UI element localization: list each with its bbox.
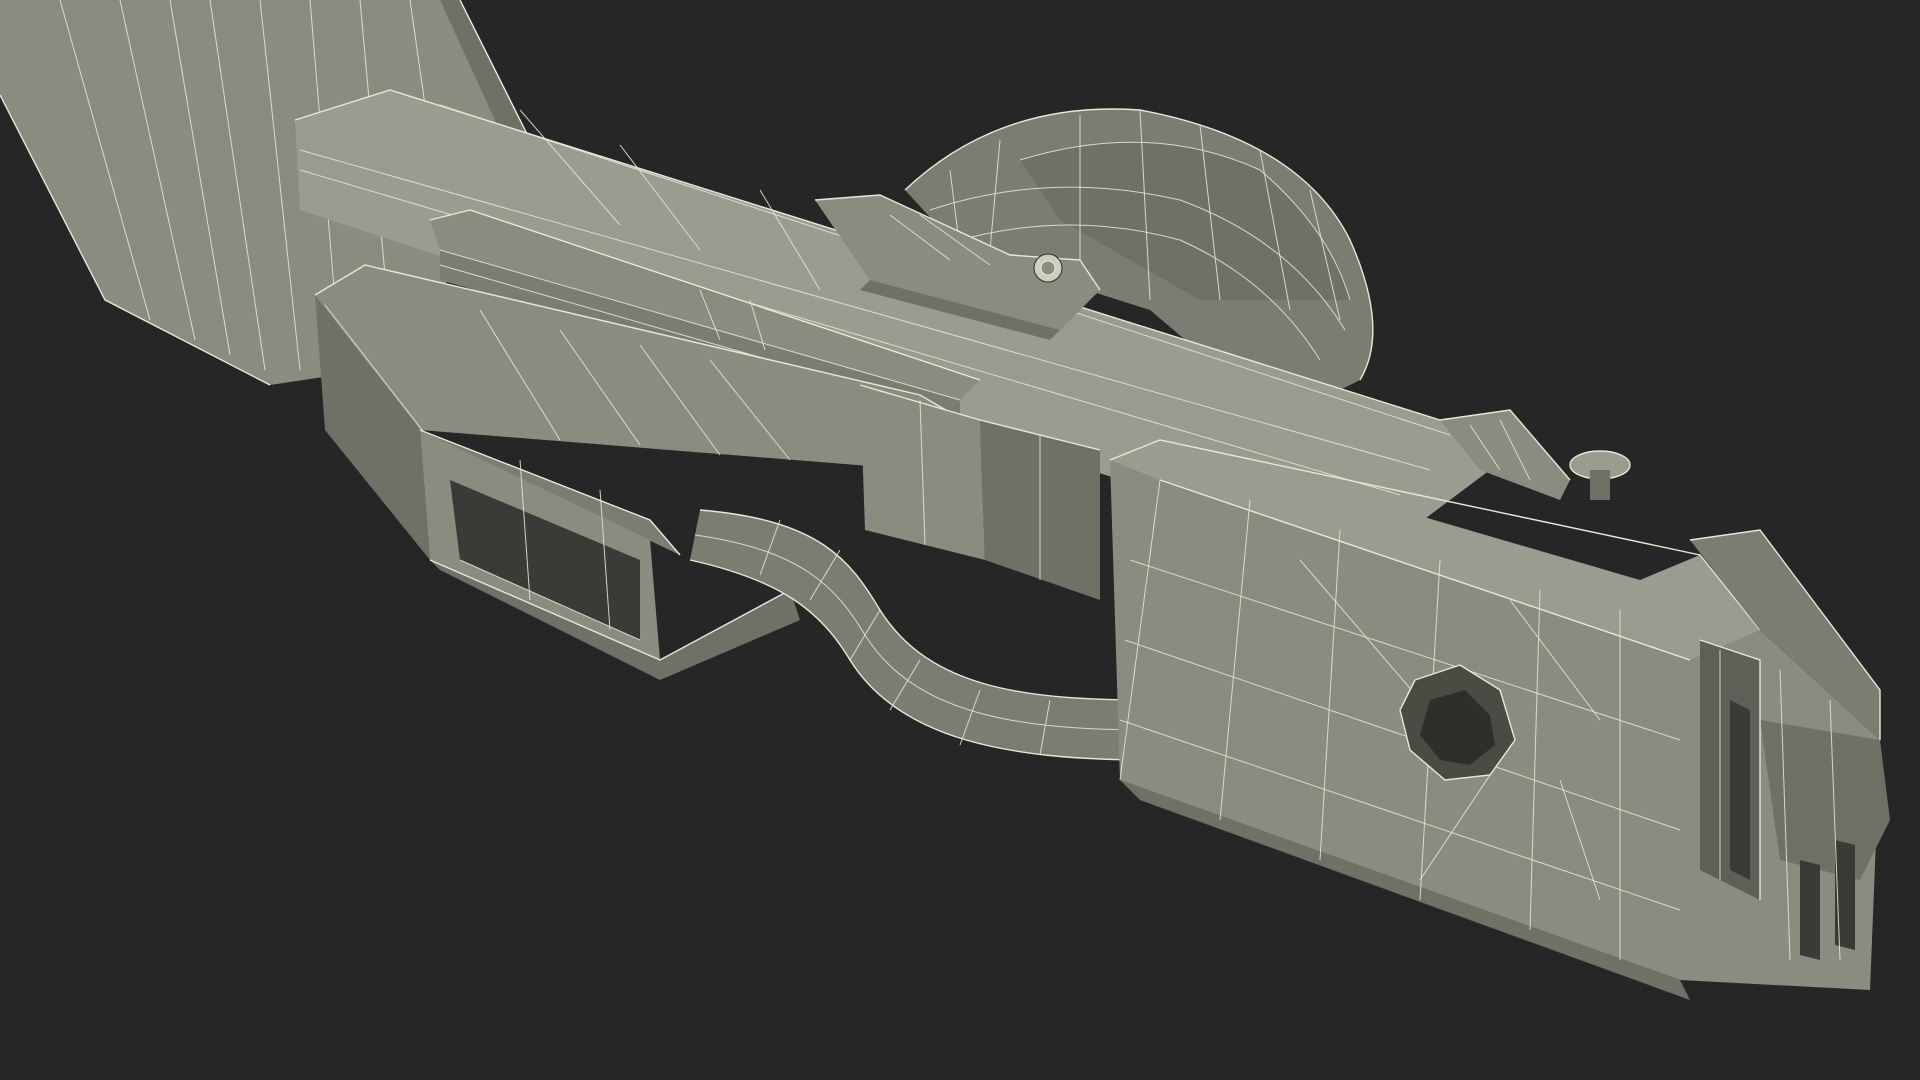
- small-knob: [1569, 450, 1631, 500]
- wireframe-model-render: [0, 0, 1890, 1000]
- render-viewport: [0, 0, 1920, 1080]
